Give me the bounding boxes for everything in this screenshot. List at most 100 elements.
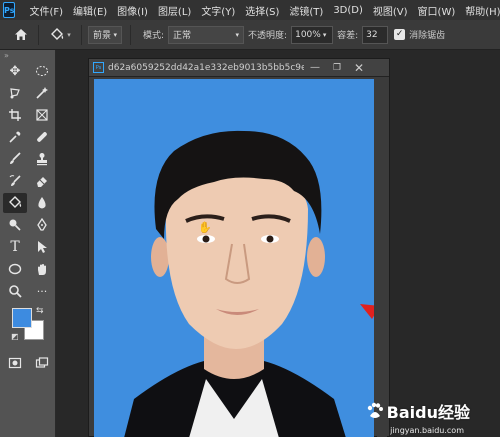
- lasso-tool[interactable]: [3, 83, 27, 103]
- zoom-icon: [9, 285, 22, 298]
- ps-document-icon: Ps: [93, 62, 104, 73]
- hand-tool[interactable]: [30, 259, 54, 279]
- move-icon: ✥: [9, 63, 21, 79]
- divider: [130, 24, 131, 45]
- baidu-watermark: Baidu经验: [365, 399, 470, 423]
- menu-view[interactable]: 视图(V): [373, 3, 408, 18]
- eraser-icon: [37, 177, 47, 187]
- crop-tool[interactable]: [3, 105, 27, 125]
- crop-icon: [9, 109, 21, 121]
- chevron-down-icon: ▾: [235, 30, 240, 39]
- antialias-label: 消除锯齿: [409, 31, 446, 41]
- opacity-value: 100%: [295, 29, 321, 40]
- menu-edit[interactable]: 编辑(E): [73, 3, 107, 18]
- chevron-down-icon: ▾: [322, 30, 327, 39]
- path-select-tool[interactable]: [30, 237, 54, 257]
- pen-icon: [37, 218, 47, 231]
- swap-colors-icon[interactable]: ⇆: [36, 306, 44, 316]
- menu-3d[interactable]: 3D(D): [333, 5, 363, 16]
- divider: [81, 24, 82, 45]
- zoom-tool[interactable]: [3, 281, 27, 301]
- ellipse-icon: [8, 263, 22, 275]
- panel-grip[interactable]: »: [0, 50, 55, 60]
- options-bar: ▾ 前景 ▾ 模式: 正常 ▾ 不透明度: 100% ▾ 容差: 32 ✓ 消除…: [0, 20, 500, 50]
- tolerance-value: 32: [366, 29, 378, 40]
- menu-bar: Ps 文件(F) 编辑(E) 图像(I) 图层(L) 文字(Y) 选择(S) 滤…: [0, 0, 500, 20]
- more-tools[interactable]: ···: [30, 281, 54, 301]
- watermark-brand: Baidu经验: [386, 403, 470, 422]
- menu-file[interactable]: 文件(F): [29, 3, 63, 18]
- vertical-scrollbar[interactable]: [377, 79, 387, 437]
- home-button[interactable]: [10, 24, 32, 46]
- hand-icon: [38, 264, 46, 275]
- dodge-icon: [9, 219, 21, 231]
- path-select-icon: [38, 241, 47, 253]
- default-colors-icon[interactable]: ◩: [11, 332, 19, 341]
- portrait-image: [94, 79, 374, 437]
- marquee-tool[interactable]: [30, 61, 54, 81]
- document-window: Ps d62a6059252dd42a1e332eb9013b5bb5c9e..…: [88, 58, 390, 437]
- screen-mode-button[interactable]: [30, 353, 54, 373]
- stamp-icon: [37, 153, 47, 166]
- quick-mask-icon: [8, 357, 22, 369]
- marquee-icon: [36, 66, 48, 76]
- home-icon: [15, 29, 27, 40]
- type-tool[interactable]: T: [3, 237, 27, 257]
- history-brush-tool[interactable]: [3, 171, 27, 191]
- restore-button[interactable]: ❐: [326, 59, 348, 77]
- move-tool[interactable]: ✥: [3, 61, 27, 81]
- healing-tool[interactable]: [30, 127, 54, 147]
- opacity-field[interactable]: 100% ▾: [291, 25, 334, 44]
- opacity-label: 不透明度:: [248, 31, 288, 41]
- eyedropper-icon: [9, 131, 21, 143]
- tool-preset-picker[interactable]: ▾: [45, 24, 75, 46]
- history-brush-icon: [9, 175, 21, 186]
- ellipsis-icon: ···: [36, 284, 48, 298]
- menu-type[interactable]: 文字(Y): [201, 3, 235, 18]
- hand-cursor-icon: ✋: [198, 221, 212, 234]
- mode-label: 模式:: [143, 31, 165, 41]
- menu-filter[interactable]: 滤镜(T): [289, 3, 323, 18]
- blur-icon: [38, 197, 46, 209]
- lasso-icon: [10, 88, 20, 99]
- color-swatches: ⇆ ◩: [0, 306, 55, 350]
- menu-image[interactable]: 图像(I): [117, 3, 148, 18]
- close-icon: ✕: [353, 60, 365, 75]
- dodge-tool[interactable]: [3, 215, 27, 235]
- frame-icon: [36, 109, 48, 121]
- red-arrow-annotation: [360, 304, 374, 319]
- photoshop-logo: Ps: [3, 2, 16, 18]
- eyedropper-tool[interactable]: [3, 127, 27, 147]
- tools-panel: » ✥ T ··· ⇆ ◩: [0, 50, 56, 437]
- foreground-color-swatch[interactable]: [12, 308, 32, 328]
- fill-source-select[interactable]: 前景 ▾: [88, 25, 122, 44]
- menu-select[interactable]: 选择(S): [245, 3, 279, 18]
- close-button[interactable]: ✕: [348, 59, 370, 77]
- brush-icon: [10, 152, 21, 164]
- mode-select[interactable]: 正常 ▾: [168, 25, 245, 44]
- antialias-checkbox[interactable]: ✓: [394, 29, 406, 40]
- tolerance-field[interactable]: 32: [362, 25, 389, 44]
- menu-help[interactable]: 帮助(H): [465, 3, 500, 18]
- pen-tool[interactable]: [30, 215, 54, 235]
- menu-window[interactable]: 窗口(W): [418, 3, 456, 18]
- fill-source-value: 前景: [93, 31, 112, 41]
- type-icon: T: [10, 239, 20, 255]
- blur-tool[interactable]: [30, 193, 54, 213]
- frame-tool[interactable]: [30, 105, 54, 125]
- paint-bucket-tool[interactable]: [3, 193, 27, 213]
- photo-canvas[interactable]: ✋: [94, 79, 374, 437]
- ellipse-tool[interactable]: [3, 259, 27, 279]
- divider: [38, 24, 39, 45]
- baidu-paw-logo: [367, 402, 383, 418]
- menu-layer[interactable]: 图层(L): [158, 3, 191, 18]
- stamp-tool[interactable]: [30, 149, 54, 169]
- magic-wand-tool[interactable]: [30, 83, 54, 103]
- healing-icon: [37, 132, 47, 142]
- document-titlebar[interactable]: Ps d62a6059252dd42a1e332eb9013b5bb5c9e..…: [89, 59, 389, 77]
- brush-tool[interactable]: [3, 149, 27, 169]
- restore-icon: ❐: [332, 62, 342, 73]
- quick-mask-button[interactable]: [3, 353, 27, 373]
- minimize-button[interactable]: —: [304, 59, 326, 77]
- eraser-tool[interactable]: [30, 171, 54, 191]
